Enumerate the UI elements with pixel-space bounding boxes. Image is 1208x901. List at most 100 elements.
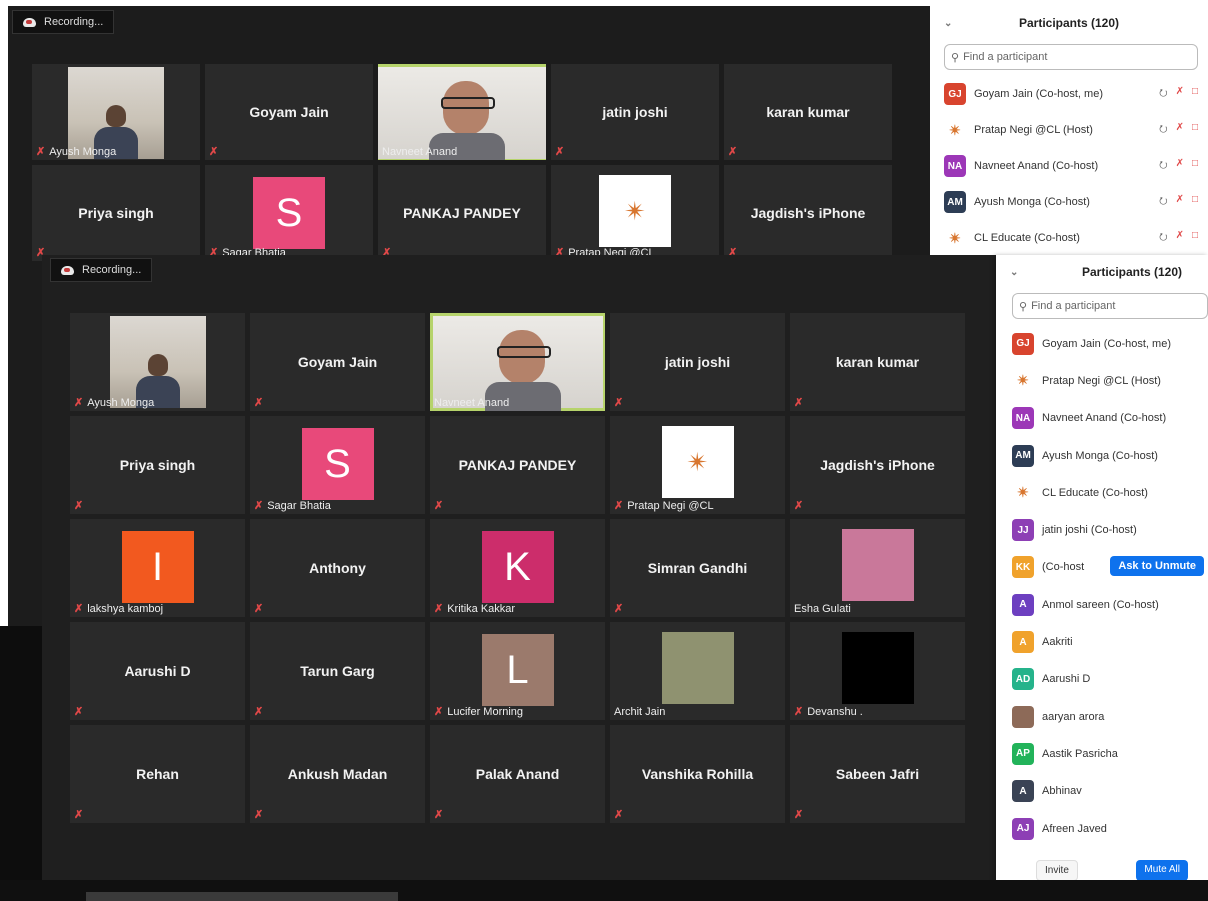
participant-label: Aarushi D bbox=[1042, 673, 1091, 686]
participant-row[interactable]: KK (Co-host Ask to Unmute bbox=[996, 549, 1208, 586]
ask-to-unmute-button[interactable]: Ask to Unmute bbox=[1110, 555, 1204, 576]
participant-name: Navneet Anand bbox=[382, 146, 458, 158]
taskbar-item[interactable] bbox=[86, 892, 398, 901]
avatar: K bbox=[481, 531, 554, 603]
participant-name: Kritika Kakkar bbox=[447, 602, 516, 615]
participant-row[interactable]: AD Aarushi D bbox=[996, 661, 1208, 698]
video-tile[interactable]: Jagdish's iPhone ✗ bbox=[790, 416, 965, 514]
video-tile[interactable]: Navneet Anand bbox=[430, 313, 605, 411]
video-tile[interactable]: Sabeen Jafri ✗ bbox=[790, 725, 965, 823]
video-tile[interactable]: jatin joshi ✗ bbox=[551, 64, 719, 160]
participants-title: Participants (120) bbox=[1081, 265, 1183, 279]
participant-row[interactable]: ✴ CL Educate (Co-host) bbox=[996, 474, 1208, 511]
video-tile[interactable]: PANKAJ PANDEY ✗ bbox=[430, 416, 605, 514]
video-tile[interactable]: ✗ Ayush Monga bbox=[70, 313, 245, 411]
participant-row[interactable]: GJ Goyam Jain (Co-host, me) bbox=[996, 325, 1208, 362]
participant-list: GJ Goyam Jain (Co-host, me) ✴ Pratap Negi @… bbox=[996, 325, 1208, 847]
muted-mic-icon: ✗ bbox=[74, 603, 84, 615]
avatar: L bbox=[481, 634, 554, 706]
cl-logo-icon: ✴ bbox=[661, 426, 734, 498]
muted-mic-icon: ✗ bbox=[555, 146, 565, 158]
participant-name: Priya singh bbox=[78, 205, 154, 221]
participant-row[interactable]: A Anmol sareen (Co-host) bbox=[996, 586, 1208, 623]
muted-mic-icon: ✗ bbox=[254, 397, 264, 409]
video-tile[interactable]: ✗ Devanshu . bbox=[790, 622, 965, 720]
video-tile[interactable]: Palak Anand ✗ bbox=[430, 725, 605, 823]
recording-indicator[interactable]: Recording... bbox=[12, 10, 115, 34]
invite-button[interactable]: Invite bbox=[1036, 860, 1078, 881]
chevron-down-icon[interactable]: ⌄ bbox=[944, 18, 952, 29]
video-tile[interactable]: Priya singh ✗ bbox=[32, 165, 200, 261]
tile-caption: ✗ bbox=[74, 705, 83, 718]
mute-all-button[interactable]: Mute All bbox=[1136, 860, 1188, 881]
participant-row[interactable]: A Abhinav bbox=[996, 773, 1208, 810]
video-tile[interactable]: Simran Gandhi ✗ bbox=[610, 519, 785, 617]
participant-search-input[interactable]: ⚲ Find a participant bbox=[1012, 293, 1208, 319]
video-tile[interactable]: L ✗ Lucifer Morning bbox=[430, 622, 605, 720]
participant-label: Pratap Negi @CL (Host) bbox=[1042, 374, 1161, 387]
participant-row[interactable]: AM Ayush Monga (Co-host) ⭮ ✗ □ bbox=[930, 184, 1208, 220]
participant-name: Devanshu . bbox=[807, 705, 863, 718]
participant-row[interactable]: JJ jatin joshi (Co-host) bbox=[996, 511, 1208, 548]
tile-caption: ✗ Sagar Bhatia bbox=[254, 499, 331, 513]
muted-mic-icon: ✗ bbox=[74, 500, 84, 512]
video-tile[interactable]: jatin joshi ✗ bbox=[610, 313, 785, 411]
video-tile[interactable]: Goyam Jain ✗ bbox=[205, 64, 373, 160]
participant-row[interactable]: GJ Goyam Jain (Co-host, me) ⭮ ✗ □ bbox=[930, 76, 1208, 112]
participant-row[interactable]: NA Navneet Anand (Co-host) ⭮ ✗ □ bbox=[930, 148, 1208, 184]
recording-label: Recording... bbox=[82, 264, 142, 276]
video-tile[interactable]: Rehan ✗ bbox=[70, 725, 245, 823]
video-tile[interactable]: Archit Jain bbox=[610, 622, 785, 720]
participant-row[interactable]: AP Aastik Pasricha bbox=[996, 735, 1208, 772]
muted-mic-icon: ✗ bbox=[254, 603, 264, 615]
video-tile[interactable]: Tarun Garg ✗ bbox=[250, 622, 425, 720]
video-tile[interactable]: ✴ ✗ Pratap Negi @CL bbox=[551, 165, 719, 261]
video-feed bbox=[432, 316, 603, 411]
muted-mic-icon: ✗ bbox=[728, 146, 738, 158]
participant-row[interactable]: A Aakriti bbox=[996, 623, 1208, 660]
glasses-shape bbox=[441, 97, 495, 109]
avatar bbox=[1012, 705, 1034, 728]
video-tile[interactable]: I ✗ lakshya kamboj bbox=[70, 519, 245, 617]
participants-footer: Invite Mute All bbox=[996, 860, 1208, 881]
video-tile[interactable]: Navneet Anand bbox=[378, 64, 546, 160]
video-tile[interactable]: Jagdish's iPhone ✗ bbox=[724, 165, 892, 261]
video-tile[interactable]: S ✗ Sagar Bhatia bbox=[205, 165, 373, 261]
participant-search-input[interactable]: ⚲ Find a participant bbox=[944, 44, 1198, 70]
tile-caption: ✗ Ayush Monga bbox=[36, 145, 116, 159]
video-tile[interactable]: karan kumar ✗ bbox=[724, 64, 892, 160]
video-tile[interactable]: PANKAJ PANDEY ✗ bbox=[378, 165, 546, 261]
participant-row[interactable]: AJ Afreen Javed bbox=[996, 810, 1208, 847]
tile-caption: ✗ bbox=[794, 396, 803, 409]
video-tile[interactable]: ✗ Ayush Monga bbox=[32, 64, 200, 160]
participant-name: Archit Jain bbox=[614, 706, 666, 718]
video-tile[interactable]: ✴ ✗ Pratap Negi @CL bbox=[610, 416, 785, 514]
chevron-down-icon[interactable]: ⌄ bbox=[1010, 267, 1018, 278]
participant-row[interactable]: ✴ Pratap Negi @CL (Host) bbox=[996, 362, 1208, 399]
participant-row[interactable]: ✴ CL Educate (Co-host) ⭮ ✗ □ bbox=[930, 220, 1208, 256]
video-tile[interactable]: Goyam Jain ✗ bbox=[250, 313, 425, 411]
participant-row[interactable]: ✴ Pratap Negi @CL (Host) ⭮ ✗ □ bbox=[930, 112, 1208, 148]
video-tile[interactable]: Anthony ✗ bbox=[250, 519, 425, 617]
video-tile[interactable]: Priya singh ✗ bbox=[70, 416, 245, 514]
participant-row[interactable]: aaryan arora bbox=[996, 698, 1208, 735]
profile-photo bbox=[841, 529, 914, 601]
participant-label: Anmol sareen (Co-host) bbox=[1042, 598, 1159, 611]
search-icon: ⚲ bbox=[951, 51, 960, 64]
participant-name: Tarun Garg bbox=[300, 663, 375, 679]
video-tile[interactable]: Aarushi D ✗ bbox=[70, 622, 245, 720]
tile-caption: ✗ lakshya kamboj bbox=[74, 602, 163, 616]
participant-row[interactable]: NA Navneet Anand (Co-host) bbox=[996, 400, 1208, 437]
participant-row[interactable]: AM Ayush Monga (Co-host) bbox=[996, 437, 1208, 474]
participant-label: CL Educate (Co-host) bbox=[1042, 486, 1148, 499]
video-tile[interactable]: K ✗ Kritika Kakkar bbox=[430, 519, 605, 617]
participant-name: karan kumar bbox=[766, 104, 850, 120]
recording-indicator[interactable]: Recording... bbox=[50, 258, 153, 282]
video-tile[interactable]: Ankush Madan ✗ bbox=[250, 725, 425, 823]
video-tile[interactable]: S ✗ Sagar Bhatia bbox=[250, 416, 425, 514]
video-tile[interactable]: Vanshika Rohilla ✗ bbox=[610, 725, 785, 823]
video-tile[interactable]: Esha Gulati bbox=[790, 519, 965, 617]
tile-caption: ✗ bbox=[728, 145, 737, 158]
video-tile[interactable]: karan kumar ✗ bbox=[790, 313, 965, 411]
tile-caption: ✗ Pratap Negi @CL bbox=[614, 499, 714, 513]
